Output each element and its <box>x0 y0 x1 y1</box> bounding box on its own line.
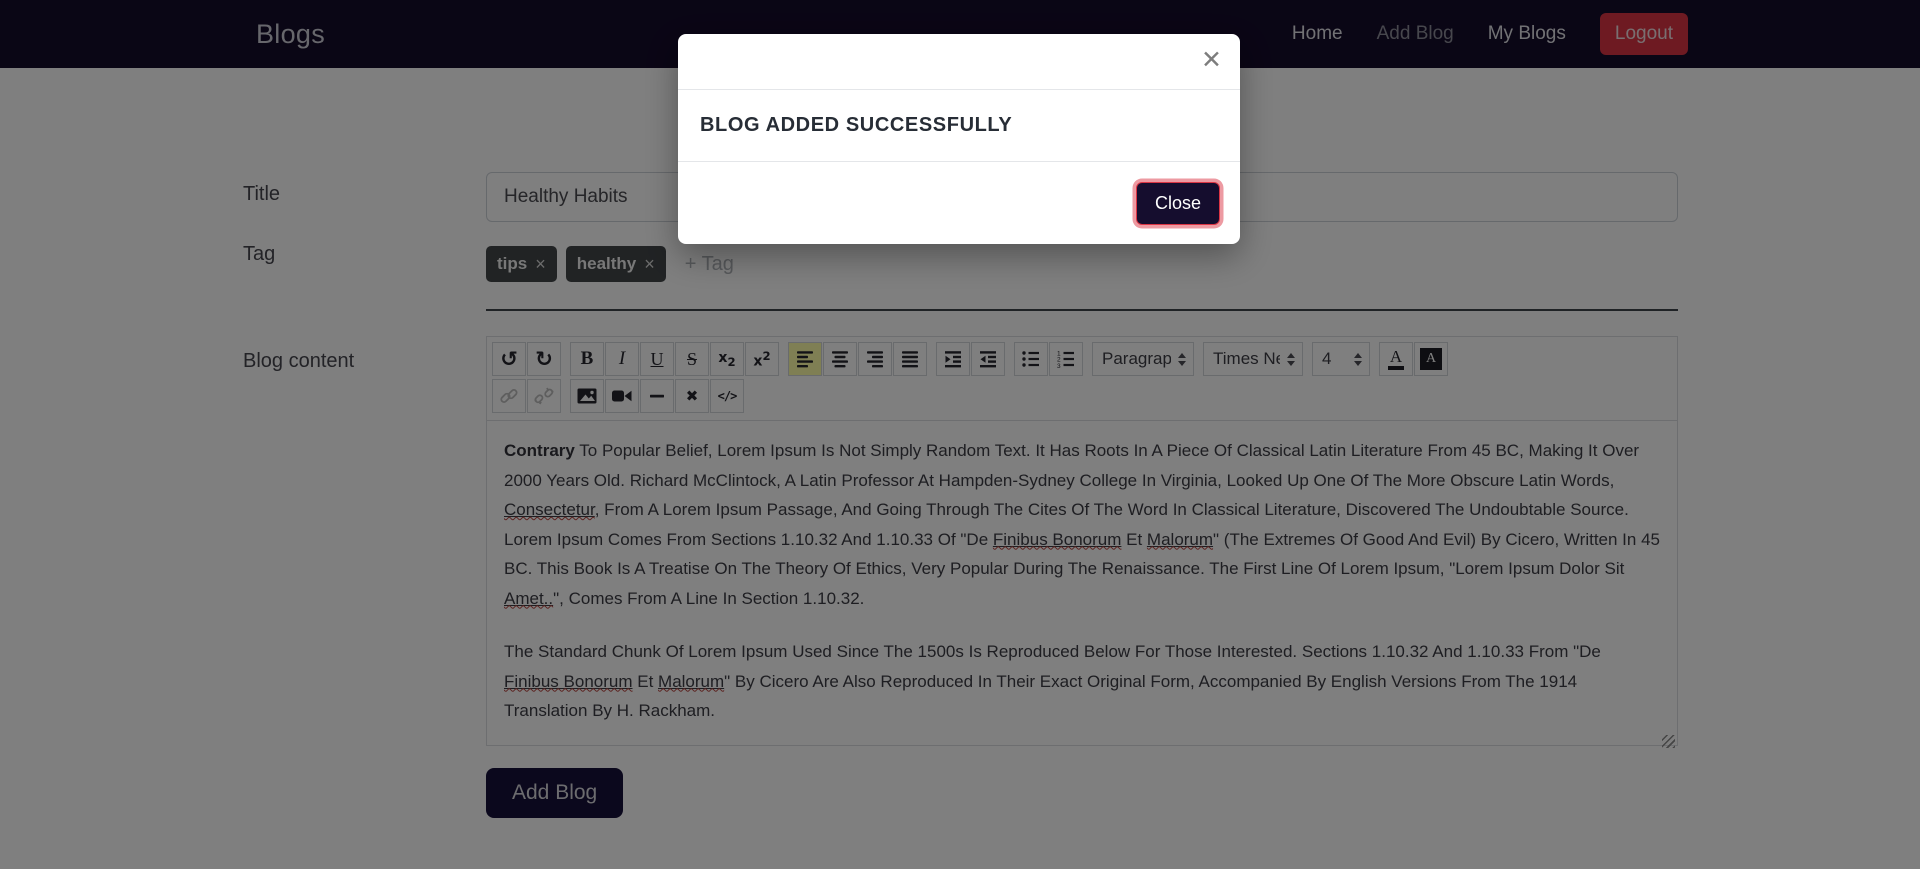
modal-header: ✕ <box>678 34 1240 90</box>
success-modal: ✕ BLOG ADDED SUCCESSFULLY Close <box>678 34 1240 244</box>
close-icon[interactable]: ✕ <box>1201 47 1222 72</box>
modal-body: BLOG ADDED SUCCESSFULLY <box>678 90 1240 162</box>
modal-close-button[interactable]: Close <box>1135 181 1220 225</box>
modal-title: BLOG ADDED SUCCESSFULLY <box>700 114 1013 136</box>
modal-footer: Close <box>678 162 1240 244</box>
